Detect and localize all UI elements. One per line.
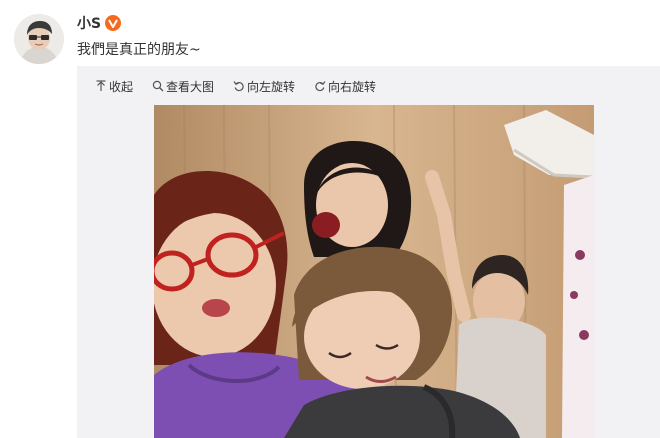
rotate-right-button[interactable]: 向右旋转: [314, 78, 376, 95]
weibo-post: 小S 我們是真正的朋友~ 收起 查看大图 向左旋转 向右旋转: [0, 0, 660, 438]
post-text: 我們是真正的朋友~: [77, 42, 201, 58]
media-card: 收起 查看大图 向左旋转 向右旋转: [77, 66, 660, 438]
collapse-label: 收起: [109, 79, 134, 94]
rotate-left-button[interactable]: 向左旋转: [233, 78, 295, 95]
verified-v-glyph: [108, 19, 118, 28]
image-toolbar: 收起 查看大图 向左旋转 向右旋转: [95, 78, 395, 94]
avatar-image: [14, 14, 64, 64]
rotate-right-label: 向右旋转: [328, 79, 377, 94]
rotate-left-icon: [233, 81, 244, 92]
verified-icon: [105, 15, 122, 31]
author-row: 小S: [77, 13, 122, 33]
author-avatar[interactable]: [14, 14, 64, 64]
rotate-left-label: 向左旋转: [247, 79, 296, 94]
view-large-button[interactable]: 查看大图: [152, 78, 214, 95]
group-selfie-image: [154, 105, 594, 438]
search-icon: [152, 80, 164, 92]
collapse-button[interactable]: 收起: [95, 78, 133, 95]
arrow-up-icon: [96, 80, 106, 91]
rotate-right-icon: [315, 81, 326, 92]
view-large-label: 查看大图: [166, 79, 215, 94]
author-name[interactable]: 小S: [77, 13, 101, 33]
post-photo[interactable]: [154, 105, 594, 438]
